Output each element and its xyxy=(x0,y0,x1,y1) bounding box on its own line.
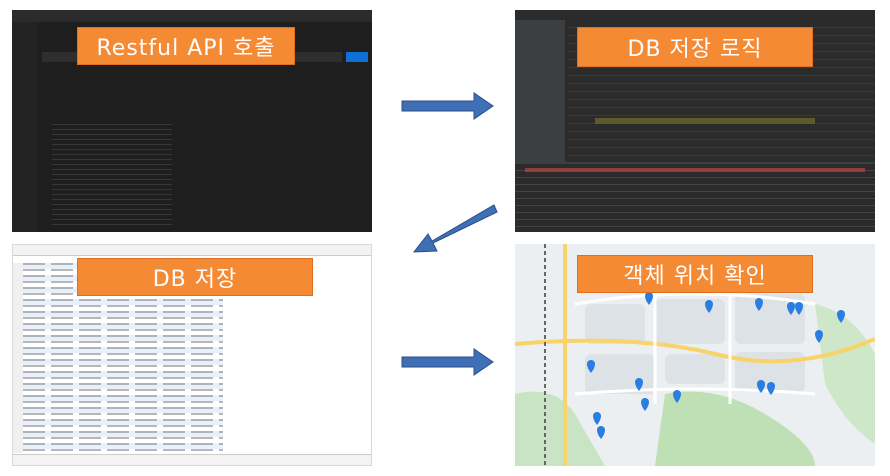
flow-arrows xyxy=(401,92,498,376)
arrow-right-icon xyxy=(401,348,494,376)
arrow-down-left-icon xyxy=(412,204,498,253)
arrow-right-icon xyxy=(401,92,494,120)
